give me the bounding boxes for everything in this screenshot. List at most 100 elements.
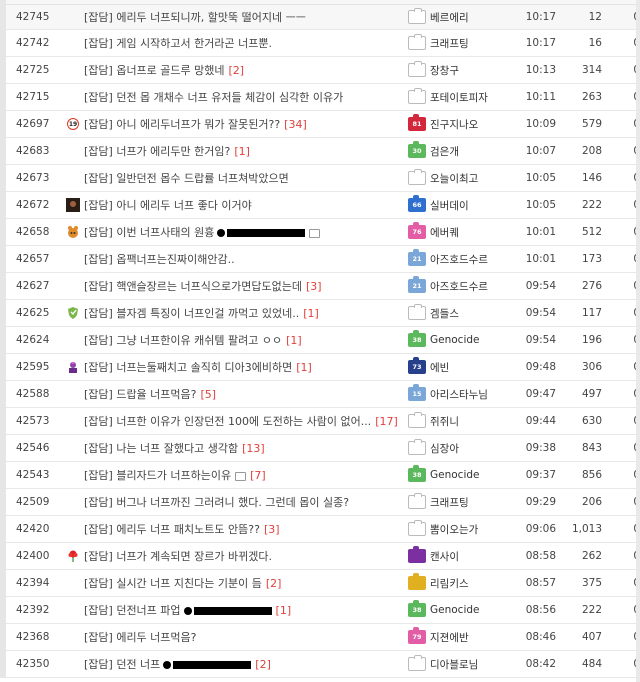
- comment-count[interactable]: [1]: [234, 145, 250, 158]
- author[interactable]: 66 실버데이: [408, 195, 504, 213]
- comment-count[interactable]: [7]: [250, 469, 266, 482]
- post-row[interactable]: 42368 [잡담] 에리두 너프먹음? 79 지젼에반 08:46 4070: [6, 624, 640, 651]
- author-name[interactable]: 크래프팅: [430, 495, 469, 510]
- comment-count[interactable]: [1]: [276, 604, 292, 617]
- comment-count[interactable]: [34]: [284, 118, 307, 131]
- post-title-link[interactable]: [잡담] 던전너프 파업 [1]: [84, 602, 408, 618]
- author-name[interactable]: 장창구: [430, 63, 459, 78]
- comment-count[interactable]: [1]: [286, 334, 302, 347]
- post-title-link[interactable]: [잡담] 일반던전 몹수 드랍률 너프쳐박았으면: [84, 170, 408, 186]
- author[interactable]: 38 Genocide: [408, 330, 504, 347]
- comment-count[interactable]: [3]: [306, 280, 322, 293]
- author[interactable]: 21 아즈호드수르: [408, 276, 504, 294]
- post-title-link[interactable]: [잡담] 옵너프로 골드루 망했네 [2]: [84, 62, 408, 78]
- comment-count[interactable]: [3]: [264, 523, 280, 536]
- post-title-link[interactable]: [잡담] 드랍율 너프먹음? [5]: [84, 386, 408, 402]
- post-row[interactable]: 42546 [잡담] 나는 너프 잘했다고 생각함[13] 심장아 09:38 8430: [6, 435, 640, 462]
- author-name[interactable]: 아즈호드수르: [430, 252, 488, 267]
- author-name[interactable]: 에빈: [430, 360, 449, 375]
- author-name[interactable]: 쥐쥐니: [430, 414, 459, 429]
- comment-count[interactable]: [17]: [375, 415, 398, 428]
- author[interactable]: 뽐이오는가: [408, 520, 504, 537]
- author[interactable]: 73 에빈: [408, 357, 504, 375]
- author[interactable]: 76 에버퀘: [408, 222, 504, 240]
- author[interactable]: 크래프팅: [408, 34, 504, 51]
- post-row[interactable]: 42658 [잡담] 이번 너프사태의 원흉 76 에버퀘 10:01 5120: [6, 219, 640, 246]
- author[interactable]: 리림키스: [408, 573, 504, 591]
- author[interactable]: 심장아: [408, 439, 504, 456]
- post-title-link[interactable]: [잡담] 실시간 너프 지친다는 기분이 듬 [2]: [84, 575, 408, 591]
- post-row[interactable]: 42625 [잡담] 블자겜 특징이 너프인걸 까먹고 있었네.. [1] 겜들스 09…: [6, 300, 640, 327]
- post-row[interactable]: 42392 [잡담] 던전너프 파업 [1] 38 Genocide 08:56 2220: [6, 597, 640, 624]
- post-row[interactable]: 42673 [잡담] 일반던전 몹수 드랍률 너프쳐박았으면 오늘이최고 10:05 1…: [6, 165, 640, 192]
- author[interactable]: 겜들스: [408, 304, 504, 321]
- author-name[interactable]: 크래프팅: [430, 36, 469, 51]
- comment-count[interactable]: [1]: [296, 361, 312, 374]
- author-name[interactable]: 에버퀘: [430, 225, 459, 240]
- post-row[interactable]: 42420 [잡담] 에리두 너프 패치노트도 안뜸?? [3] 뽐이오는가 09:06…: [6, 516, 640, 543]
- post-title-link[interactable]: [잡담] 너프가 에리두만 한거임? [1]: [84, 143, 408, 159]
- author-name[interactable]: 베르에리: [430, 10, 469, 25]
- post-title-link[interactable]: [잡담] 던전 너프 [2]: [84, 656, 408, 672]
- post-row[interactable]: 42624 [잡담] 그냥 너프한이유 캐쉬템 팔려고 ㅇㅇ [1] 38 Genoci…: [6, 327, 640, 354]
- post-title-link[interactable]: [잡담] 너프는둘째치고 솔직히 디아3에비하면 [1]: [84, 359, 408, 375]
- author[interactable]: 디아블로님: [408, 655, 504, 672]
- comment-count[interactable]: [1]: [303, 307, 319, 320]
- author[interactable]: 캔사이: [408, 546, 504, 564]
- author[interactable]: 포테이토피자: [408, 88, 504, 105]
- post-title-link[interactable]: [잡담] 그냥 너프한이유 캐쉬템 팔려고 ㅇㅇ [1]: [84, 332, 408, 348]
- post-title-link[interactable]: [잡담] 너프가 계속되면 장르가 바뀌겠다.: [84, 548, 408, 564]
- post-title-link[interactable]: [잡담] 핵앤슬장르는 너프식으로가면답도없는데 [3]: [84, 278, 408, 294]
- post-row[interactable]: 42509 [잡담] 버그나 너프까진 그러려니 했다. 그런데 몹이 실종? 크래…: [6, 489, 640, 516]
- post-row[interactable]: 42627 [잡담] 핵앤슬장르는 너프식으로가면답도없는데 [3] 21 아즈호드수르…: [6, 273, 640, 300]
- author[interactable]: 30 검은개: [408, 141, 504, 159]
- post-title-link[interactable]: [잡담] 나는 너프 잘했다고 생각함 [13]: [84, 440, 408, 456]
- author[interactable]: 79 지젼에반: [408, 627, 504, 645]
- comment-count[interactable]: [13]: [242, 442, 265, 455]
- scrollbar-track[interactable]: [636, 0, 640, 682]
- comment-count[interactable]: [5]: [201, 388, 217, 401]
- post-row[interactable]: 42394 [잡담] 실시간 너프 지친다는 기분이 듬 [2] 리림키스 08:57 3…: [6, 570, 640, 597]
- post-title-link[interactable]: [잡담] 블리자드가 너프하는이유 [7]: [84, 467, 408, 483]
- post-row[interactable]: 42543 [잡담] 블리자드가 너프하는이유 [7] 38 Genocide 09:37…: [6, 462, 640, 489]
- post-title-link[interactable]: [잡담] 블자겜 특징이 너프인걸 까먹고 있었네.. [1]: [84, 305, 408, 321]
- post-title-link[interactable]: [잡담] 아니 에리두너프가 뭐가 잘못된거?? [34]: [84, 116, 408, 132]
- author-name[interactable]: 디아블로님: [430, 657, 478, 672]
- author[interactable]: 81 진구지나오: [408, 114, 504, 132]
- post-row[interactable]: 42683[잡담] 너프가 에리두만 한거임?[1]30검은개10:072080: [6, 138, 640, 165]
- author-name[interactable]: 캔사이: [430, 549, 459, 564]
- post-title-link[interactable]: [잡담] 이번 너프사태의 원흉: [84, 224, 408, 240]
- post-title-link[interactable]: [잡담] 아니 에리두 너프 좋다 이거야: [84, 197, 408, 213]
- post-row[interactable]: 42672 [잡담] 아니 에리두 너프 좋다 이거야 66 실버데이 10:05 222…: [6, 192, 640, 219]
- author[interactable]: 크래프팅: [408, 493, 504, 510]
- post-title-link[interactable]: [잡담] 에리두 너프되니까, 할맛뚝 떨어지네 ㅡㅡ: [84, 9, 408, 25]
- author-name[interactable]: 아즈호드수르: [430, 279, 488, 294]
- author[interactable]: 베르에리: [408, 8, 504, 25]
- author-name[interactable]: Genocide: [430, 334, 480, 346]
- comment-count[interactable]: [2]: [255, 658, 271, 671]
- post-row[interactable]: 42657 [잡담] 옵팩너프는진짜이해안감.. 21 아즈호드수르 10:01 1730: [6, 246, 640, 273]
- post-row[interactable]: 42573 [잡담] 너프한 이유가 인장던전 100에 도전하는 사람이 없어.…: [6, 408, 640, 435]
- author-name[interactable]: 리림키스: [430, 576, 469, 591]
- post-row[interactable]: 42697 19 [잡담] 아니 에리두너프가 뭐가 잘못된거?? [34] 81 진구지…: [6, 111, 640, 138]
- comment-count[interactable]: [2]: [266, 577, 282, 590]
- post-row[interactable]: 42745 [잡담] 에리두 너프되니까, 할맛뚝 떨어지네 ㅡㅡ 베르에리 10:1…: [6, 5, 640, 30]
- post-row[interactable]: 42742 [잡담] 게임 시작하고서 한거라곤 너프뿐. 크래프팅 10:17 160: [6, 30, 640, 57]
- author[interactable]: 38 Genocide: [408, 600, 504, 617]
- author-name[interactable]: 겜들스: [430, 306, 459, 321]
- post-title-link[interactable]: [잡담] 옵팩너프는진짜이해안감..: [84, 251, 408, 267]
- post-row[interactable]: 42595 [잡담] 너프는둘째치고 솔직히 디아3에비하면 [1] 73 에빈 09:4…: [6, 354, 640, 381]
- author-name[interactable]: 뽐이오는가: [430, 522, 478, 537]
- author-name[interactable]: 아리스타누님: [430, 387, 488, 402]
- author-name[interactable]: 지젼에반: [430, 630, 469, 645]
- post-title-link[interactable]: [잡담] 버그나 너프까진 그러려니 했다. 그런데 몹이 실종?: [84, 494, 408, 510]
- comment-count[interactable]: [2]: [229, 64, 245, 77]
- author-name[interactable]: Genocide: [430, 469, 480, 481]
- author-name[interactable]: 검은개: [430, 144, 459, 159]
- post-row[interactable]: 42350 [잡담] 던전 너프 [2] 디아블로님 08:42 4840: [6, 651, 640, 678]
- author[interactable]: 장창구: [408, 61, 504, 78]
- author-name[interactable]: 오늘이최고: [430, 171, 478, 186]
- author[interactable]: 38 Genocide: [408, 465, 504, 482]
- author[interactable]: 오늘이최고: [408, 169, 504, 186]
- author-name[interactable]: 실버데이: [430, 198, 469, 213]
